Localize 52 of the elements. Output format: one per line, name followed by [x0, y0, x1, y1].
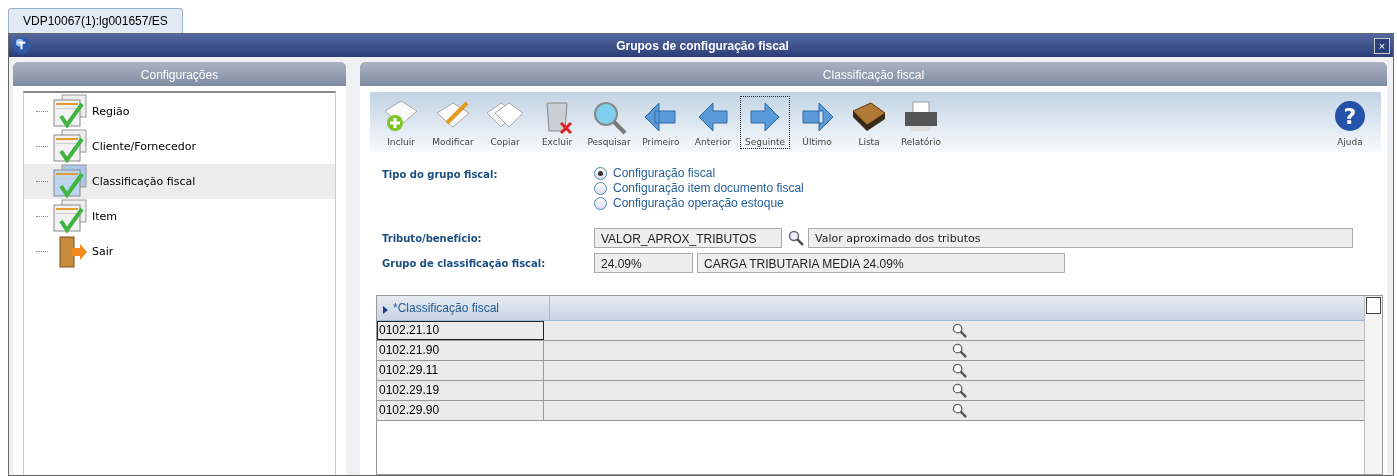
- toolbar-button[interactable]: Copiar: [480, 95, 530, 149]
- search-icon[interactable]: [788, 230, 804, 246]
- toolbar-button[interactable]: Modificar: [428, 95, 478, 149]
- search-icon[interactable]: [951, 403, 967, 418]
- table-cell[interactable]: 0102.29.11: [377, 361, 544, 380]
- panel-header: Classificação fiscal: [360, 62, 1387, 86]
- table-cell[interactable]: 0102.21.10: [377, 321, 544, 340]
- table-cell[interactable]: 0102.29.19: [377, 381, 544, 400]
- field-label: Tributo/benefício:: [382, 232, 483, 244]
- document-tab[interactable]: VDP10067(1):lg001657/ES: [8, 8, 183, 33]
- checklist-icon: [52, 163, 88, 200]
- tree-item[interactable]: Região: [24, 94, 335, 129]
- toolbar-button[interactable]: Lista: [844, 95, 894, 149]
- table-cell[interactable]: 0102.21.90: [377, 341, 544, 360]
- tree-item[interactable]: Classificação fiscal: [24, 164, 335, 199]
- toolbar-button[interactable]: Incluir: [376, 95, 426, 149]
- radio-button[interactable]: [594, 196, 607, 210]
- checklist-icon: [52, 128, 88, 165]
- toolbar-button[interactable]: Seguinte: [740, 95, 790, 149]
- toolbar-button[interactable]: Anterior: [688, 95, 738, 149]
- input-field[interactable]: 24.09%: [594, 253, 693, 273]
- input-field: Valor aproximado dos tributos: [808, 228, 1353, 248]
- checklist-icon: [52, 198, 88, 235]
- input-field[interactable]: VALOR_APROX_TRIBUTOS: [594, 228, 782, 248]
- field-label: Grupo de classificação fiscal:: [382, 257, 547, 269]
- scrollbar[interactable]: [1364, 296, 1382, 474]
- toolbar-button[interactable]: Relatório: [896, 95, 946, 149]
- toolbar-button[interactable]: Excluir: [532, 95, 582, 149]
- toolbar-button[interactable]: Pesquisar: [584, 95, 634, 149]
- tree-item[interactable]: Cliente/Fornecedor: [24, 129, 335, 164]
- tree-item[interactable]: Sair: [24, 234, 335, 269]
- field-label: Tipo do grupo fiscal:: [382, 169, 499, 180]
- app-logo-icon: [12, 36, 31, 55]
- radio-label[interactable]: Configuração item documento fiscal: [613, 181, 804, 195]
- radio-button[interactable]: [594, 166, 607, 180]
- tree-item[interactable]: Item: [24, 199, 335, 234]
- radio-label[interactable]: Configuração fiscal: [613, 166, 716, 180]
- search-icon[interactable]: [951, 323, 967, 338]
- search-icon[interactable]: [951, 383, 967, 398]
- radio-button[interactable]: [594, 181, 607, 195]
- help-button[interactable]: ? Ajuda: [1325, 95, 1375, 149]
- table-cell[interactable]: 0102.29.90: [377, 401, 544, 420]
- search-icon[interactable]: [951, 363, 967, 378]
- search-icon[interactable]: [951, 343, 967, 358]
- window-title: Grupos de configuração fiscal: [615, 38, 790, 53]
- column-header[interactable]: *Classificação fiscal: [377, 296, 550, 320]
- close-button[interactable]: ×: [1374, 37, 1390, 54]
- input-field: CARGA TRIBUTARIA MEDIA 24.09%: [697, 253, 1065, 273]
- toolbar-button[interactable]: Último: [792, 95, 842, 149]
- panel-header: Configurações: [13, 62, 346, 86]
- radio-label[interactable]: Configuração operação estoque: [613, 196, 784, 210]
- toolbar-button[interactable]: Primeiro: [636, 95, 686, 149]
